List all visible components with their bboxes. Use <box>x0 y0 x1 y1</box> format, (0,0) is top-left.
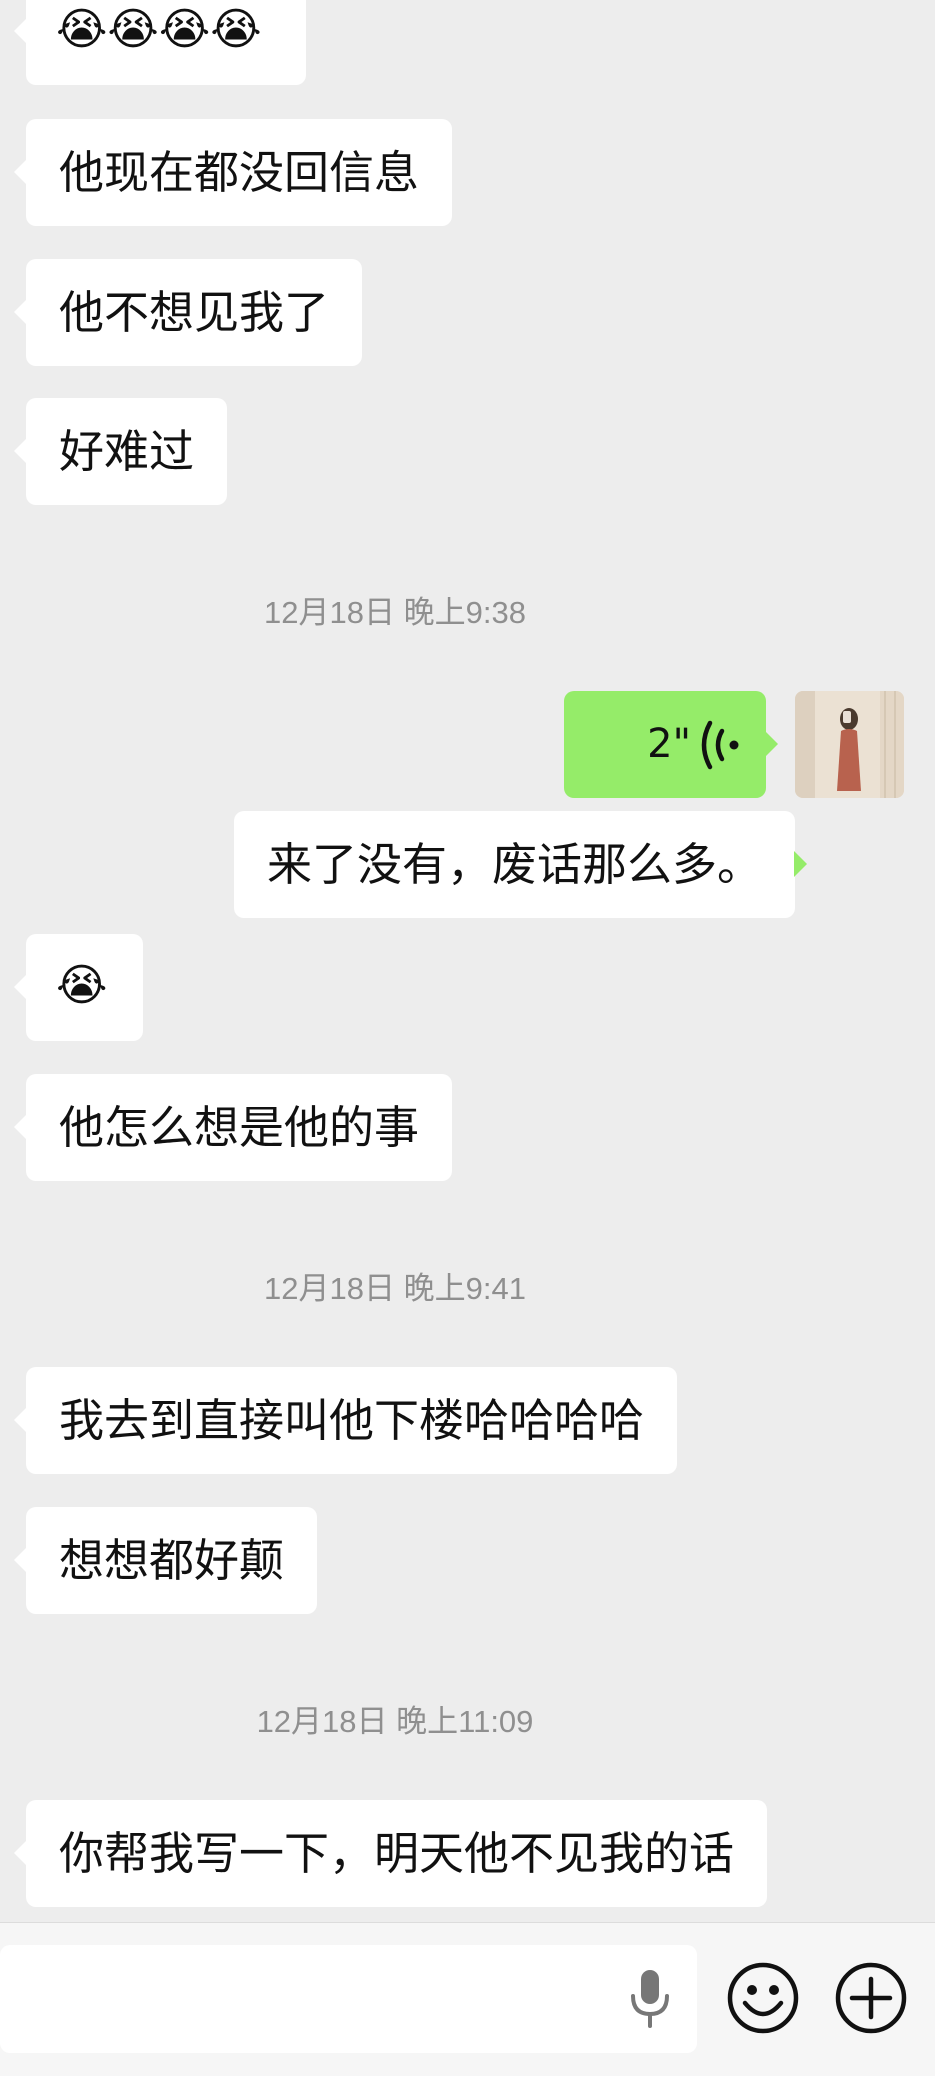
chat-message-list[interactable]: 😭😭😭😭 他现在都没回信息 他不想见我了 好难过 12月18日 晚上9:38 2… <box>0 0 935 1922</box>
message-bubble[interactable]: 我去到直接叫他下楼哈哈哈哈 <box>13 1367 678 1474</box>
message-bubble[interactable]: 他现在都没回信息 <box>13 119 453 226</box>
voice-duration: 2" <box>647 721 691 767</box>
message-bubble[interactable]: 想想都好颠 <box>13 1507 318 1614</box>
timestamp: 12月18日 晚上9:41 <box>264 1271 526 1306</box>
message-bubble-emoji[interactable]: 😭 <box>14 934 143 1041</box>
message-bubble[interactable]: 他不想见我了 <box>13 259 363 366</box>
message-bubble-emojis[interactable]: 😭😭😭😭 <box>14 0 306 85</box>
message-bubble[interactable]: 他怎么想是他的事 <box>13 1074 453 1181</box>
message-text: 他怎么想是他的事 <box>59 1101 420 1154</box>
crying-emoji-row: 😭😭😭😭 <box>56 4 262 55</box>
voice-message-bubble[interactable]: 2" <box>564 691 778 798</box>
message-text: 好难过 <box>59 425 195 478</box>
avatar-photo <box>795 691 904 798</box>
voice-wave-icon <box>701 720 739 770</box>
message-text: 他现在都没回信息 <box>59 146 420 199</box>
message-input[interactable] <box>0 1945 697 2053</box>
message-text: 你帮我写一下，明天他不见我的话 <box>59 1827 735 1880</box>
plus-circle-icon[interactable] <box>834 1961 908 2035</box>
crying-emoji: 😭 <box>56 960 108 1011</box>
message-bubble[interactable]: 你帮我写一下，明天他不见我的话 <box>13 1800 768 1907</box>
smiley-face-icon[interactable] <box>726 1961 800 2035</box>
message-bubble-self[interactable]: 来了没有，废话那么多。 <box>234 811 808 918</box>
message-bubble[interactable]: 好难过 <box>13 398 228 505</box>
avatar[interactable] <box>795 691 904 798</box>
message-text: 我去到直接叫他下楼哈哈哈哈 <box>59 1394 645 1447</box>
chat-input-bar <box>0 1922 935 2076</box>
timestamp: 12月18日 晚上11:09 <box>256 1704 534 1739</box>
message-text: 他不想见我了 <box>59 286 330 339</box>
message-text: 想想都好颠 <box>59 1534 285 1587</box>
timestamp: 12月18日 晚上9:38 <box>264 595 526 630</box>
microphone-icon[interactable] <box>628 1968 672 2030</box>
message-text: 来了没有，废话那么多。 <box>267 838 763 891</box>
